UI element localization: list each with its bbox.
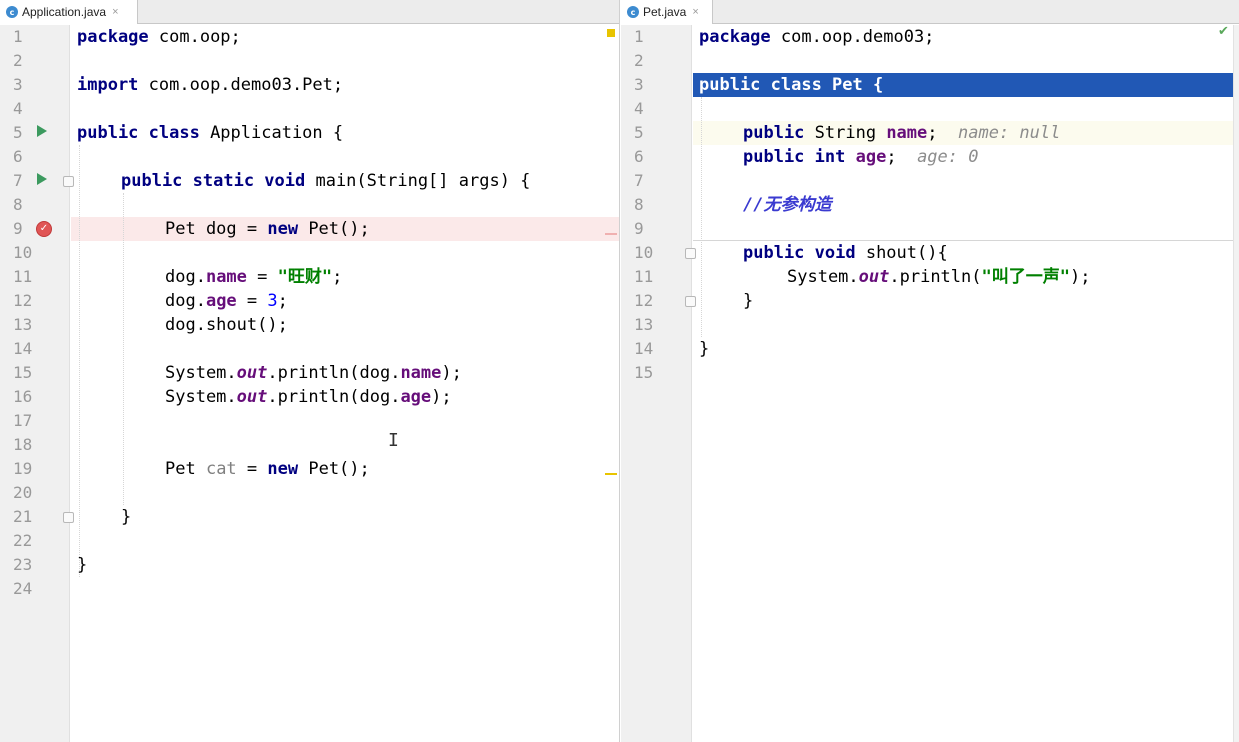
inline-debug-value: name: null [958, 123, 1061, 143]
tab-pet-java[interactable]: c Pet.java × [621, 0, 713, 24]
error-stripe-marker[interactable] [605, 233, 617, 235]
line-number: 13 [634, 315, 654, 334]
code-line: public String name; name: null [743, 123, 1061, 143]
code-line: package com.oop.demo03; [699, 27, 935, 47]
line-number: 20 [13, 483, 33, 502]
line-number: 2 [13, 51, 23, 70]
line-number: 8 [634, 195, 644, 214]
line-number: 9 [634, 219, 644, 238]
line-number: 24 [13, 579, 33, 598]
editor-pane-right: c Pet.java × 1 2 3 4 5 6 7 8 9 10 11 12 13 14 15 packa… [621, 0, 1239, 742]
line-number: 16 [13, 387, 33, 406]
line-number: 5 [634, 123, 644, 142]
line-number: 7 [634, 171, 644, 190]
line-number: 17 [13, 411, 33, 430]
tab-bar-left: c Application.java × [0, 0, 619, 24]
line-number: 4 [634, 99, 644, 118]
editor-pane-left: c Application.java × 1 2 3 4 5 6 7 8 9 10 11 12 13 14… [0, 0, 620, 742]
code-line: System.out.println(dog.age); [165, 387, 452, 407]
code-line: dog.shout(); [165, 315, 288, 335]
code-line: package com.oop; [77, 27, 241, 47]
line-number: 1 [13, 27, 23, 46]
line-number: 23 [13, 555, 33, 574]
java-class-icon: c [627, 6, 639, 18]
gutter-left: 1 2 3 4 5 6 7 8 9 10 11 12 13 14 15 16 17 18 19 20 21 22 23 24 [0, 25, 70, 742]
line-number: 6 [634, 147, 644, 166]
line-number: 15 [13, 363, 33, 382]
code-area-left[interactable]: package com.oop; import com.oop.demo03.P… [71, 25, 619, 742]
code-line: } [77, 555, 88, 575]
line-number: 10 [13, 243, 33, 262]
line-number: 5 [13, 123, 23, 142]
code-line: System.out.println("叫了一声"); [787, 267, 1091, 287]
code-line: System.out.println(dog.name); [165, 363, 462, 383]
line-number: 22 [13, 531, 33, 550]
line-number: 4 [13, 99, 23, 118]
line-number: 11 [13, 267, 33, 286]
line-number: 1 [634, 27, 644, 46]
tab-label: Application.java [22, 5, 107, 19]
line-number: 9 [13, 219, 23, 238]
line-number: 10 [634, 243, 654, 262]
run-icon[interactable] [37, 125, 47, 137]
line-number: 12 [13, 291, 33, 310]
code-editor-right[interactable]: 1 2 3 4 5 6 7 8 9 10 11 12 13 14 15 package com.oop.de… [621, 24, 1239, 742]
line-number: 14 [634, 339, 654, 358]
code-line: import com.oop.demo03.Pet; [77, 75, 344, 95]
code-line: dog.name = "旺财"; [165, 267, 343, 287]
code-line: Pet dog = new Pet(); [165, 219, 370, 239]
line-number: 19 [13, 459, 33, 478]
line-number: 18 [13, 435, 33, 454]
gutter-right: 1 2 3 4 5 6 7 8 9 10 11 12 13 14 15 [621, 25, 692, 742]
line-number: 13 [13, 315, 33, 334]
text-cursor-icon: I [388, 430, 399, 451]
code-line: Pet cat = new Pet(); [165, 459, 370, 479]
line-number: 11 [634, 267, 654, 286]
tab-bar-right: c Pet.java × [621, 0, 1239, 24]
line-number: 15 [634, 363, 654, 382]
tab-label: Pet.java [643, 5, 687, 19]
line-number: 6 [13, 147, 23, 166]
line-number: 3 [634, 75, 644, 94]
warning-stripe-marker[interactable] [605, 473, 617, 475]
code-area-right[interactable]: package com.oop.demo03; public class Pet… [693, 25, 1233, 742]
code-line: public void shout(){ [743, 243, 948, 263]
code-line: } [743, 291, 754, 311]
java-class-icon: c [6, 6, 18, 18]
code-line: dog.age = 3; [165, 291, 288, 311]
code-line: } [121, 507, 132, 527]
close-icon[interactable]: × [112, 6, 118, 18]
code-line: public static void main(String[] args) { [121, 171, 531, 191]
code-line: } [699, 339, 710, 359]
code-editor-left[interactable]: 1 2 3 4 5 6 7 8 9 10 11 12 13 14 15 16 17 18 19 20 21 22 23 24 … [0, 25, 619, 742]
inspection-ok-icon[interactable]: ✔ [1218, 24, 1229, 39]
code-line: public class Application { [77, 123, 344, 143]
line-number: 21 [13, 507, 33, 526]
line-number: 7 [13, 171, 23, 190]
tab-application-java[interactable]: c Application.java × [0, 0, 138, 24]
line-number: 12 [634, 291, 654, 310]
breakpoint-icon[interactable]: ✓ [36, 221, 52, 237]
code-line-selected: public class Pet { [699, 75, 884, 95]
line-number: 2 [634, 51, 644, 70]
run-icon[interactable] [37, 173, 47, 185]
inline-debug-value: age: 0 [917, 147, 979, 167]
scrollbar[interactable] [1233, 25, 1239, 742]
line-number: 3 [13, 75, 23, 94]
line-number: 14 [13, 339, 33, 358]
code-line: public int age; age: 0 [743, 147, 979, 167]
code-line: //无参构造 [743, 195, 832, 215]
line-number: 8 [13, 195, 23, 214]
warning-marker[interactable] [607, 29, 615, 37]
close-icon[interactable]: × [692, 6, 698, 18]
